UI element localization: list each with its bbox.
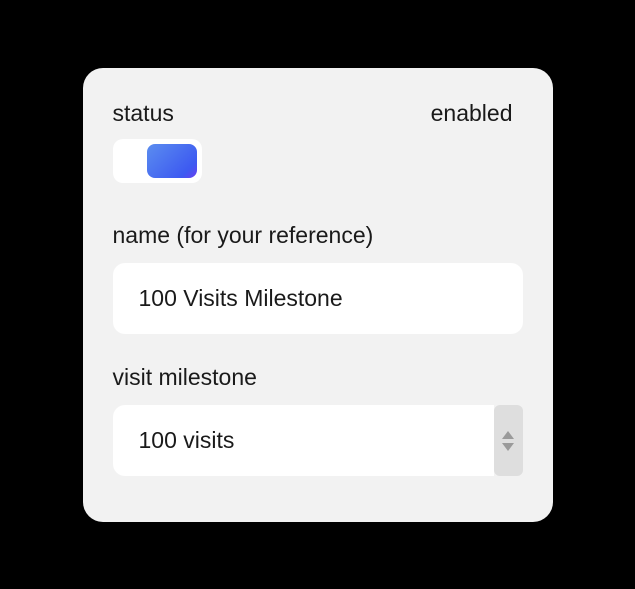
chevron-down-icon xyxy=(502,443,514,451)
toggle-knob-icon xyxy=(147,144,197,178)
settings-card: status enabled name (for your reference)… xyxy=(83,68,553,522)
status-label: status xyxy=(113,100,174,127)
milestone-stepper[interactable] xyxy=(494,405,522,476)
name-input[interactable] xyxy=(113,263,523,334)
milestone-label: visit milestone xyxy=(113,364,523,391)
name-label: name (for your reference) xyxy=(113,222,523,249)
status-row: status enabled xyxy=(113,100,523,127)
milestone-row: 100 visits xyxy=(113,405,523,476)
milestone-field[interactable]: 100 visits xyxy=(113,405,495,476)
milestone-value: 100 visits xyxy=(113,405,495,476)
chevron-up-icon xyxy=(502,431,514,439)
status-state-label: enabled xyxy=(431,100,513,127)
status-toggle[interactable] xyxy=(113,139,202,183)
